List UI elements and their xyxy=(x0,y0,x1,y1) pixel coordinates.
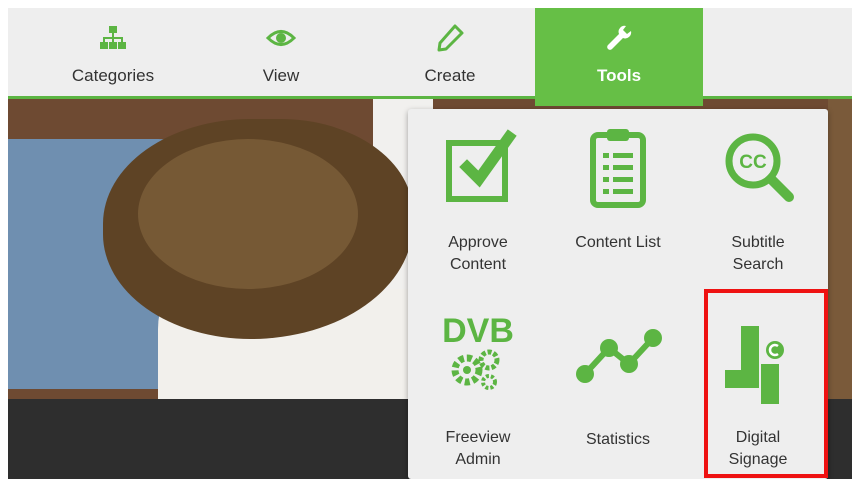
dvb-gears-icon: DVB xyxy=(442,312,514,390)
nav-label: Categories xyxy=(71,66,155,85)
sitemap-icon xyxy=(100,26,126,49)
tool-label-line1: Approve xyxy=(448,234,508,251)
cc-text: CC xyxy=(739,152,767,173)
approve-checkbox-icon xyxy=(446,129,517,202)
tool-content-list[interactable]: Content List xyxy=(548,109,688,284)
dvb-text: DVB xyxy=(442,312,514,350)
tool-label-line2: Admin xyxy=(455,451,501,468)
tools-dropdown-panel: Approve Content Content List CC Subtitle… xyxy=(408,109,828,479)
nav-item-create[interactable]: Create xyxy=(366,8,534,96)
eye-icon xyxy=(266,30,296,46)
tool-digital-signage[interactable]: Digital Signage xyxy=(688,304,828,479)
clipboard-list-icon xyxy=(590,129,646,208)
nav-label: Tools xyxy=(596,66,642,85)
nav-item-view[interactable]: View xyxy=(197,8,365,96)
wrench-icon xyxy=(607,25,632,50)
tool-label-line1: Statistics xyxy=(585,431,650,448)
nav-item-tools[interactable]: Tools xyxy=(535,8,703,106)
nav-label: Create xyxy=(424,66,476,85)
nav-label: View xyxy=(262,66,300,85)
nav-item-categories[interactable]: Categories xyxy=(29,8,197,96)
tool-label-line1: Subtitle xyxy=(731,234,785,251)
pencil-icon xyxy=(437,24,464,52)
cc-search-icon: CC xyxy=(725,133,794,202)
tool-freeview-admin[interactable]: DVB Freeview Admin xyxy=(408,304,548,479)
tool-statistics[interactable]: Statistics xyxy=(548,304,688,479)
digital-signage-icon xyxy=(725,326,784,404)
tool-approve-content[interactable]: Approve Content xyxy=(408,109,548,284)
line-chart-icon xyxy=(576,329,662,383)
tool-label-line2: Signage xyxy=(728,451,788,468)
tool-label-line1: Content List xyxy=(575,234,661,251)
app-frame: Categories View Create Tools Approve Con… xyxy=(8,8,852,479)
tool-label-line1: Digital xyxy=(735,429,781,446)
top-navigation: Categories View Create Tools xyxy=(8,8,852,106)
tool-label-line1: Freeview xyxy=(445,429,511,446)
tool-subtitle-search[interactable]: CC Subtitle Search xyxy=(688,109,828,284)
tool-label-line2: Search xyxy=(732,256,784,273)
tool-label-line2: Content xyxy=(449,256,507,273)
